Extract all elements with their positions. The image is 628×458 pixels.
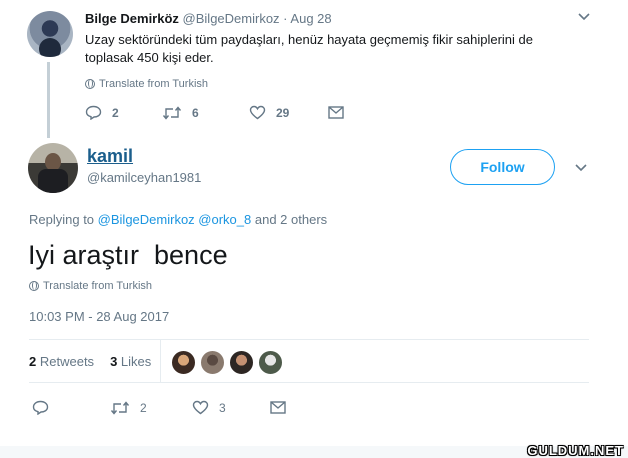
author-name[interactable]: Bilge Demirköz <box>85 11 179 26</box>
like-count: 29 <box>276 105 290 120</box>
translate-label: Translate from Turkish <box>43 280 153 292</box>
author-handle[interactable]: @kamilceyhan1981 <box>87 170 201 185</box>
divider <box>29 382 589 383</box>
chevron-down-icon[interactable] <box>574 161 588 176</box>
globe-icon <box>29 281 39 291</box>
globe-icon <box>85 79 95 89</box>
chevron-down-icon[interactable] <box>577 10 591 25</box>
author-handle[interactable]: @BilgeDemirkoz <box>183 11 280 26</box>
avatar[interactable] <box>171 350 196 375</box>
thread-connector <box>47 62 50 138</box>
avatar-body <box>38 169 68 193</box>
replying-to: Replying to @BilgeDemirkoz @orko_8 and 2… <box>29 212 327 227</box>
replying-prefix: Replying to <box>29 212 95 227</box>
translate-label: Translate from Turkish <box>99 78 209 90</box>
likes-stat-label: Likes <box>120 354 152 369</box>
retweet-button[interactable]: 2 <box>110 401 192 415</box>
divider <box>160 340 161 382</box>
others-link[interactable]: and 2 others <box>255 212 327 227</box>
retweets-stat[interactable]: 2 Retweets <box>29 354 94 369</box>
likes-stat[interactable]: 3 Likes <box>110 354 151 369</box>
translate-link[interactable]: Translate from Turkish <box>85 78 208 90</box>
tweet-text: Uzay sektöründeki tüm paydaşları, henüz … <box>85 32 533 65</box>
mention-link[interactable]: @orko_8 <box>198 212 251 227</box>
reply-count: 2 <box>112 105 119 120</box>
tweet-stats: 2 Retweets 3 Likes <box>29 354 151 369</box>
parent-tweet[interactable]: Bilge Demirköz @BilgeDemirkoz · Aug 28 U… <box>0 0 628 138</box>
reply-icon <box>32 400 49 415</box>
like-button[interactable]: 3 <box>192 400 270 415</box>
retweet-count: 2 <box>140 400 147 415</box>
heart-icon <box>192 400 209 415</box>
reply-button[interactable]: 2 <box>85 105 162 120</box>
avatar[interactable] <box>258 350 283 375</box>
mention-link[interactable]: @BilgeDemirkoz <box>98 212 195 227</box>
retweets-stat-label: Retweets <box>39 354 95 369</box>
like-button[interactable]: 29 <box>249 105 328 120</box>
heart-icon <box>249 105 266 120</box>
watermark: GULDUM.NET <box>527 443 624 458</box>
tweet-actions: 2 3 <box>32 400 286 415</box>
author-name[interactable]: kamil <box>87 146 133 167</box>
like-count: 3 <box>219 400 226 415</box>
translate-link[interactable]: Translate from Turkish <box>29 280 152 292</box>
avatar[interactable] <box>27 11 73 57</box>
follow-button[interactable]: Follow <box>450 149 555 185</box>
parent-tweet-actions: 2 6 29 <box>85 105 344 120</box>
retweet-icon <box>110 400 130 415</box>
likes-stat-count: 3 <box>110 354 118 369</box>
retweets-stat-count: 2 <box>29 354 37 369</box>
avatar[interactable] <box>28 143 78 193</box>
envelope-icon <box>270 401 286 414</box>
message-button[interactable] <box>270 401 286 414</box>
retweet-button[interactable]: 6 <box>162 106 249 120</box>
parent-tweet-header: Bilge Demirköz @BilgeDemirkoz · Aug 28 <box>85 11 332 26</box>
divider <box>29 339 589 340</box>
reply-icon <box>85 105 102 120</box>
avatar[interactable] <box>200 350 225 375</box>
tweet-date[interactable]: Aug 28 <box>290 11 331 26</box>
tweet-timestamp[interactable]: 10:03 PM - 28 Aug 2017 <box>29 309 169 324</box>
tweet-text: Iyi araştır bence <box>28 240 228 270</box>
separator-dot: · <box>283 11 288 26</box>
retweet-count: 6 <box>192 105 199 120</box>
avatar[interactable] <box>229 350 254 375</box>
liker-avatars <box>171 350 283 375</box>
envelope-icon <box>328 106 344 119</box>
retweet-icon <box>162 105 182 120</box>
reply-button[interactable] <box>32 400 110 415</box>
message-button[interactable] <box>328 106 344 119</box>
